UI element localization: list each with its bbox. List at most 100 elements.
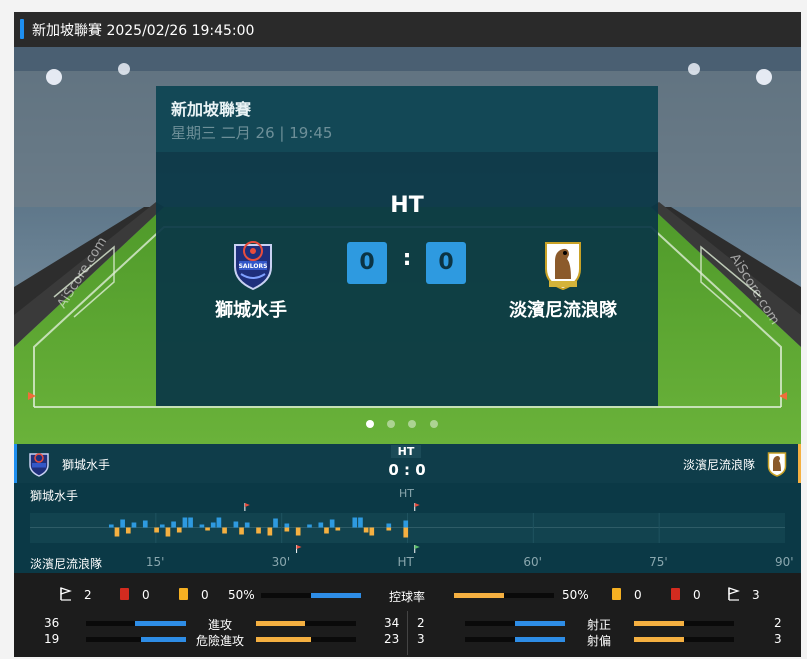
momentum-bar-away bbox=[267, 527, 273, 536]
score-strip: 獅城水手 HT 0 : 0 淡濱尼流浪隊 bbox=[14, 444, 801, 483]
momentum-bar-away bbox=[114, 527, 120, 537]
momentum-bar-away bbox=[284, 527, 290, 532]
timeline-tick-label: 90' bbox=[775, 555, 794, 569]
stat-away-bar bbox=[634, 621, 734, 626]
stat-away-value: 34 bbox=[384, 616, 400, 630]
momentum-bar-home bbox=[159, 524, 165, 528]
carousel-dot[interactable] bbox=[366, 420, 374, 428]
stat-home-bar bbox=[465, 621, 565, 626]
home-possession: 50% bbox=[228, 588, 255, 602]
momentum-bar-home bbox=[199, 524, 205, 528]
timeline-tick-label: 75' bbox=[649, 555, 668, 569]
score-separator: : bbox=[402, 246, 412, 271]
momentum-bar-home bbox=[307, 524, 312, 528]
match-stats: 2 0 0 50% 控球率 50% 0 0 3 36 進攻 34 19 危險進攻… bbox=[14, 573, 801, 657]
momentum-bar-home bbox=[284, 523, 290, 528]
stat-label: 射正 bbox=[587, 618, 612, 632]
momentum-bar-away bbox=[324, 527, 329, 534]
corner-event-icon[interactable] bbox=[414, 503, 420, 511]
home-badge-text: SAILORS bbox=[239, 263, 268, 270]
match-widget: 新加坡聯賽 2025/02/26 19:45:00 AiScore.com Ai… bbox=[14, 12, 801, 657]
momentum-bar-away bbox=[176, 527, 182, 533]
corner-event-icon[interactable] bbox=[414, 545, 420, 553]
corner-icon bbox=[60, 587, 72, 601]
stat-home-value: 3 bbox=[417, 632, 425, 646]
momentum-bar-home bbox=[131, 522, 137, 528]
card-header: 新加坡聯賽 星期三 二月 26 | 19:45 bbox=[156, 86, 658, 152]
momentum-bar-away bbox=[295, 527, 301, 536]
away-red-cards: 0 bbox=[693, 588, 701, 602]
match-date: 星期三 二月 26 | 19:45 bbox=[171, 124, 333, 142]
stadium-hero: AiScore.com AiScore.com 新加坡聯賽 星期三 二月 26 … bbox=[14, 47, 801, 444]
momentum-bar-home bbox=[233, 521, 239, 528]
header-accent bbox=[20, 19, 24, 39]
momentum-bar-away bbox=[165, 527, 171, 537]
timeline-tick-label: 15' bbox=[145, 555, 165, 569]
match-title: 新加坡聯賽 2025/02/26 19:45:00 bbox=[32, 23, 255, 39]
momentum-bar-home bbox=[403, 520, 409, 528]
away-possession-bar bbox=[454, 593, 554, 598]
momentum-bar-home bbox=[171, 521, 176, 528]
momentum-bar-away bbox=[386, 527, 392, 531]
momentum-bar-home bbox=[352, 517, 358, 528]
strip-home-team[interactable]: 獅城水手 bbox=[62, 456, 110, 473]
stat-away-bar bbox=[256, 637, 356, 642]
momentum-bar-away bbox=[222, 527, 227, 534]
home-possession-bar bbox=[261, 593, 361, 598]
yellow-card-icon bbox=[612, 588, 621, 600]
momentum-bar-home bbox=[182, 517, 188, 528]
away-team-badge bbox=[545, 242, 581, 291]
momentum-bar-home bbox=[358, 517, 363, 528]
momentum-bar-home bbox=[216, 517, 222, 528]
momentum-bar-away bbox=[125, 527, 131, 534]
momentum-bar-away bbox=[256, 527, 261, 534]
corner-event-icon[interactable] bbox=[296, 545, 302, 553]
momentum-bar-away bbox=[205, 527, 210, 531]
red-card-icon bbox=[120, 588, 129, 600]
away-possession: 50% bbox=[562, 588, 589, 602]
stat-label: 進攻 bbox=[208, 618, 233, 632]
away-team-name[interactable]: 淡濱尼流浪隊 bbox=[478, 296, 648, 322]
momentum-bar-home bbox=[142, 520, 148, 528]
away-yellow-cards: 0 bbox=[634, 588, 642, 602]
stat-home-bar bbox=[86, 621, 186, 626]
stat-home-bar bbox=[86, 637, 186, 642]
home-yellow-cards: 0 bbox=[201, 588, 209, 602]
carousel-dot[interactable] bbox=[430, 420, 438, 428]
home-accent-bar bbox=[14, 444, 17, 483]
corner-icon bbox=[728, 587, 740, 601]
stat-label: 危險進攻 bbox=[196, 634, 245, 648]
possession-label: 控球率 bbox=[389, 590, 426, 604]
home-team-name[interactable]: 獅城水手 bbox=[166, 296, 336, 322]
timeline-tick-label: 30' bbox=[271, 555, 291, 569]
yellow-card-icon bbox=[179, 588, 188, 600]
momentum-bar-home bbox=[108, 524, 114, 528]
carousel-dot[interactable] bbox=[387, 420, 395, 428]
momentum-bar-away bbox=[403, 527, 409, 538]
momentum-bar-home bbox=[318, 522, 324, 528]
strip-score: 0 : 0 bbox=[388, 461, 426, 479]
momentum-bar-home bbox=[210, 522, 216, 528]
home-team-badge: SAILORS bbox=[234, 241, 272, 291]
red-card-icon bbox=[671, 588, 680, 600]
league-name: 新加坡聯賽 bbox=[171, 100, 252, 119]
strip-status: HT bbox=[391, 445, 421, 458]
momentum-bar-away bbox=[239, 527, 244, 535]
stat-label: 射偏 bbox=[587, 634, 612, 648]
stat-home-bar bbox=[465, 637, 565, 642]
stat-away-value: 3 bbox=[774, 632, 782, 646]
carousel-dot[interactable] bbox=[408, 420, 416, 428]
strip-away-team[interactable]: 淡濱尼流浪隊 bbox=[683, 456, 755, 473]
stats-divider bbox=[407, 611, 408, 655]
home-team-badge-small bbox=[29, 453, 49, 477]
corner-event-icon[interactable] bbox=[244, 503, 250, 511]
momentum-timeline: 獅城水手 HT 淡濱尼流浪隊 15' 30' HT 60' 75' 90' bbox=[14, 483, 801, 573]
home-score: 0 bbox=[347, 242, 387, 284]
away-corners: 3 bbox=[752, 588, 760, 602]
stat-home-value: 19 bbox=[44, 632, 60, 646]
stat-home-value: 36 bbox=[44, 616, 60, 630]
home-red-cards: 0 bbox=[142, 588, 150, 602]
timeline-away-label: 淡濱尼流浪隊 bbox=[30, 557, 103, 571]
momentum-bar-home bbox=[244, 522, 250, 528]
match-card[interactable]: 新加坡聯賽 星期三 二月 26 | 19:45 HT SAILORS 0 : 0 bbox=[156, 86, 658, 406]
